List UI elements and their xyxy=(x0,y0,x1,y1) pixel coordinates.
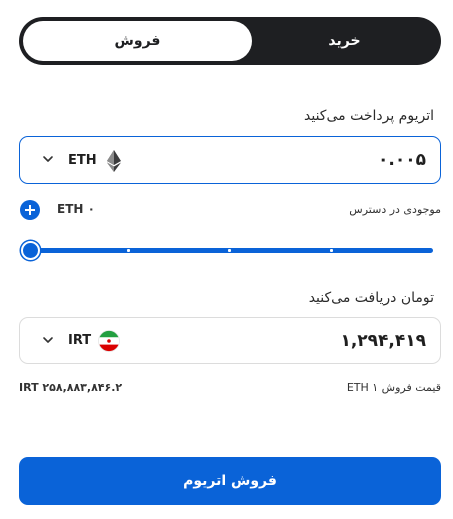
receive-label: تومان دریافت می‌کنید xyxy=(308,290,434,306)
available-balance-value: ETH ۰ xyxy=(57,202,95,216)
sell-rate-label: قیمت فروش ۱ ETH xyxy=(346,381,441,394)
amount-slider-thumb[interactable] xyxy=(21,241,40,260)
pay-currency-code[interactable]: ETH xyxy=(68,137,97,183)
slider-tick xyxy=(330,249,333,252)
pay-label: اتریوم پرداخت می‌کنید xyxy=(304,108,434,124)
receive-amount-field[interactable]: ۱,۲۹۴,۴۱۹ IRT xyxy=(19,317,441,364)
slider-tick xyxy=(228,249,231,252)
iran-flag-icon xyxy=(98,330,120,352)
buy-sell-toggle: فروش خرید xyxy=(19,17,441,65)
pay-amount-value[interactable]: ۰.۰۰۵ xyxy=(378,137,426,183)
amount-slider-track[interactable] xyxy=(23,248,433,253)
add-balance-button[interactable] xyxy=(20,200,40,220)
receive-currency-code[interactable]: IRT xyxy=(68,318,91,363)
tab-sell[interactable]: فروش xyxy=(23,21,252,61)
tab-buy[interactable]: خرید xyxy=(252,21,437,61)
sell-rate-value: ۲۵۸,۸۸۳,۸۴۶.۲ IRT xyxy=(19,381,123,394)
ethereum-icon xyxy=(107,150,121,172)
chevron-down-icon[interactable] xyxy=(42,153,54,165)
chevron-down-icon[interactable] xyxy=(42,334,54,346)
slider-tick xyxy=(127,249,130,252)
available-balance-label: موجودی در دسترس xyxy=(349,203,441,216)
receive-amount-value[interactable]: ۱,۲۹۴,۴۱۹ xyxy=(340,318,426,363)
pay-amount-field[interactable]: ۰.۰۰۵ ETH xyxy=(19,136,441,184)
sell-ethereum-button[interactable]: فروش اتریوم xyxy=(19,457,441,505)
